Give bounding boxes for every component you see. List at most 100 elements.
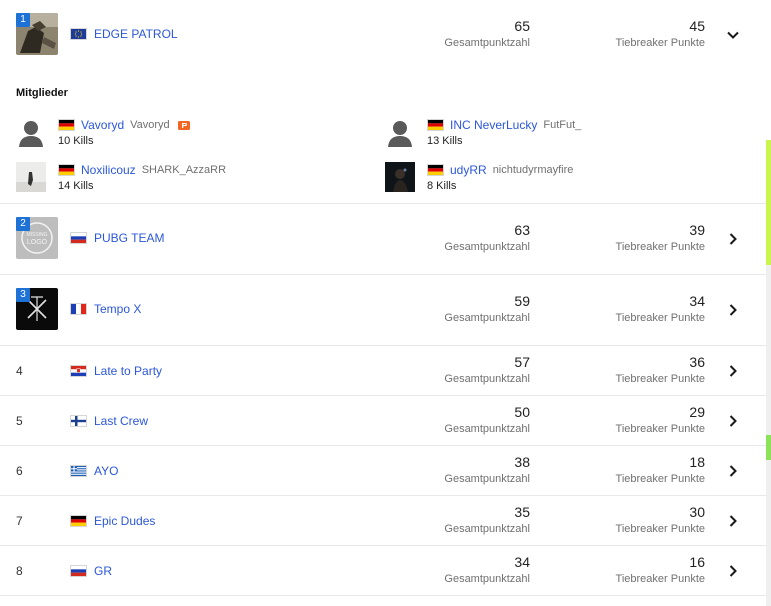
chevron-right-icon[interactable] — [726, 303, 740, 317]
photo-avatar-dark — [385, 162, 415, 192]
team-name-link[interactable]: PUBG TEAM — [94, 231, 164, 245]
tiebreaker-label: Tiebreaker Punkte — [615, 312, 705, 324]
member-handle: FutFut_ — [543, 119, 582, 131]
member-handle: SHARK_AzzaRR — [141, 164, 227, 176]
tiebreaker-value: 34 — [689, 293, 705, 309]
flag-eu-icon — [70, 28, 87, 40]
member-handle: nichtudyrmayfire — [492, 164, 574, 176]
tiebreaker-value: 16 — [689, 554, 705, 570]
member-item: udyRR nichtudyrmayfire 8 Kills — [385, 162, 745, 194]
total-score: 59 Gesamtpunktzahl — [444, 293, 530, 326]
total-score: 38 Gesamtpunktzahl — [444, 454, 530, 487]
team-name-link[interactable]: Tempo X — [94, 302, 141, 316]
team-row[interactable]: 6 AYO 38 Gesamtpunktzahl 18 Tiebreaker P… — [0, 446, 766, 496]
member-kills: 13 Kills — [427, 135, 463, 147]
tiebreaker-score: 34 Tiebreaker Punkte — [616, 293, 705, 326]
tiebreaker-label: Tiebreaker Punkte — [615, 573, 705, 585]
tiebreaker-value: 39 — [689, 222, 705, 238]
team-name-link[interactable]: EDGE PATROL — [94, 27, 178, 41]
member-handle: Vavoryd — [130, 119, 170, 131]
member-kills: 14 Kills — [58, 180, 94, 192]
rank-number: 7 — [16, 514, 23, 528]
member-name-link[interactable]: udyRR — [450, 163, 487, 177]
total-score-value: 63 — [514, 222, 530, 238]
tiebreaker-value: 36 — [689, 354, 705, 370]
team-row[interactable]: MISSING LOGO 2 PUBG TEAM 63 Gesamtpunktz… — [0, 204, 766, 275]
team-row-expanded[interactable]: 1 EDGE PATROL 65 Gesamtpunktzahl 45 Tieb… — [0, 0, 766, 70]
member-kills: 8 Kills — [427, 180, 457, 192]
chevron-right-icon[interactable] — [726, 564, 740, 578]
chevron-right-icon[interactable] — [726, 232, 740, 246]
total-score-value: 34 — [514, 554, 530, 570]
member-name-link[interactable]: INC NeverLucky — [450, 118, 537, 132]
chevron-down-icon[interactable] — [726, 28, 740, 42]
team-logo: MISSING LOGO 2 — [16, 217, 58, 259]
chevron-right-icon[interactable] — [726, 514, 740, 528]
silhouette-avatar-icon — [16, 117, 46, 147]
flag-gr-icon — [70, 465, 87, 477]
flag-fi-icon — [70, 415, 87, 427]
tiebreaker-value: 45 — [689, 18, 705, 34]
team-logo: 1 — [16, 13, 58, 55]
team-name-cell: Last Crew — [70, 414, 148, 428]
rank-badge: 3 — [16, 288, 30, 302]
rank-badge: 2 — [16, 217, 30, 231]
team-name-link[interactable]: Late to Party — [94, 364, 162, 378]
team-row[interactable]: 8 GR 34 Gesamtpunktzahl 16 Tiebreaker Pu… — [0, 546, 766, 596]
team-row[interactable]: 3 Tempo X 59 Gesamtpunktzahl 34 Tiebreak… — [0, 275, 766, 346]
team-name-link[interactable]: Last Crew — [94, 414, 148, 428]
svg-text:LOGO: LOGO — [27, 239, 48, 246]
team-name-link[interactable]: GR — [94, 564, 112, 578]
total-score-value: 50 — [514, 404, 530, 420]
tiebreaker-score: 39 Tiebreaker Punkte — [616, 222, 705, 255]
page-scrollbar[interactable] — [766, 0, 771, 606]
total-score: 57 Gesamtpunktzahl — [444, 354, 530, 387]
tiebreaker-value: 29 — [689, 404, 705, 420]
member-item: INC NeverLucky FutFut_ 13 Kills — [385, 117, 745, 149]
flag-ru-icon — [70, 565, 87, 577]
total-score-label: Gesamtpunktzahl — [444, 423, 530, 435]
total-score-label: Gesamtpunktzahl — [444, 573, 530, 585]
chevron-right-icon[interactable] — [726, 414, 740, 428]
rank-number: 5 — [16, 414, 23, 428]
tiebreaker-label: Tiebreaker Punkte — [615, 523, 705, 535]
flag-de-icon — [427, 164, 444, 176]
total-score-label: Gesamtpunktzahl — [444, 523, 530, 535]
member-kills: 10 Kills — [58, 135, 94, 147]
platform-p-icon — [177, 120, 190, 130]
rank-number: 8 — [16, 564, 23, 578]
total-score-label: Gesamtpunktzahl — [444, 373, 530, 385]
team-name-cell: Epic Dudes — [70, 514, 155, 528]
team-row[interactable]: 5 Last Crew 50 Gesamtpunktzahl 29 Tiebre… — [0, 396, 766, 446]
leaderboard: 1 EDGE PATROL 65 Gesamtpunktzahl 45 Tieb… — [0, 0, 766, 606]
total-score-label: Gesamtpunktzahl — [444, 37, 530, 49]
chevron-right-icon[interactable] — [726, 464, 740, 478]
total-score-value: 65 — [514, 18, 530, 34]
team-name-link[interactable]: AYO — [94, 464, 118, 478]
tiebreaker-label: Tiebreaker Punkte — [615, 473, 705, 485]
total-score: 63 Gesamtpunktzahl — [444, 222, 530, 255]
member-name-link[interactable]: Vavoryd — [81, 118, 124, 132]
flag-fr-icon — [70, 303, 87, 315]
photo-avatar-light — [16, 162, 46, 192]
total-score-label: Gesamtpunktzahl — [444, 312, 530, 324]
team-row[interactable]: 7 Epic Dudes 35 Gesamtpunktzahl 30 Tiebr… — [0, 496, 766, 546]
total-score-label: Gesamtpunktzahl — [444, 473, 530, 485]
team-name-cell: Tempo X — [70, 302, 141, 316]
team-row[interactable]: 4 Late to Party 57 Gesamtpunktzahl 36 Ti… — [0, 346, 766, 396]
members-title: Mitglieder — [16, 87, 68, 99]
flag-ru-icon — [70, 232, 87, 244]
team-name-cell: EDGE PATROL — [70, 27, 178, 41]
total-score-value: 38 — [514, 454, 530, 470]
tiebreaker-score: 30 Tiebreaker Punkte — [616, 504, 705, 537]
tiebreaker-label: Tiebreaker Punkte — [615, 423, 705, 435]
team-name-link[interactable]: Epic Dudes — [94, 514, 155, 528]
tiebreaker-score: 18 Tiebreaker Punkte — [616, 454, 705, 487]
svg-text:MISSING: MISSING — [26, 232, 47, 238]
team-name-cell: GR — [70, 564, 112, 578]
total-score: 65 Gesamtpunktzahl — [444, 18, 530, 51]
team-name-cell: Late to Party — [70, 364, 162, 378]
member-name-link[interactable]: Noxilicouz — [81, 163, 136, 177]
chevron-right-icon[interactable] — [726, 364, 740, 378]
tiebreaker-score: 36 Tiebreaker Punkte — [616, 354, 705, 387]
